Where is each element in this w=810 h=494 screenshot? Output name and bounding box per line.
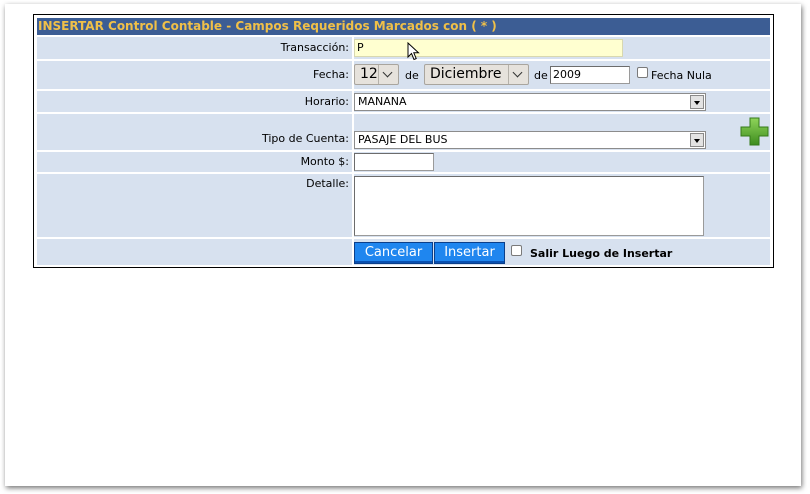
row-monto: Monto $: [37, 152, 770, 172]
chevron-down-icon [378, 65, 398, 84]
insert-form: INSERTAR Control Contable - Campos Reque… [33, 14, 774, 268]
de-label-1: de [405, 69, 419, 82]
monto-label: Monto $: [37, 152, 352, 172]
chevron-down-icon [508, 65, 528, 84]
row-horario: Horario: MANANA [37, 91, 770, 112]
row-fecha: Fecha: 12 de Diciembre de 2009 Fecha Nul… [37, 61, 770, 89]
month-select[interactable]: Diciembre [424, 64, 529, 85]
form-title: INSERTAR Control Contable - Campos Reque… [37, 18, 770, 35]
day-select[interactable]: 12 [354, 64, 399, 85]
salir-label: Salir Luego de Insertar [530, 247, 673, 260]
cancelar-button[interactable]: Cancelar [354, 242, 433, 264]
transaccion-input[interactable]: P [354, 39, 623, 57]
monto-input[interactable] [354, 153, 434, 171]
horario-select[interactable]: MANANA [354, 93, 706, 111]
horario-label: Horario: [37, 91, 352, 112]
detalle-textarea[interactable] [354, 176, 704, 236]
insertar-button[interactable]: Insertar [434, 242, 505, 264]
year-input[interactable]: 2009 [550, 66, 630, 84]
fecha-nula-label: Fecha Nula [651, 69, 712, 82]
tipo-cuenta-select[interactable]: PASAJE DEL BUS [354, 131, 706, 149]
tipo-cuenta-label: Tipo de Cuenta: [37, 114, 352, 150]
row-actions: Cancelar Insertar Salir Luego de Inserta… [37, 239, 770, 265]
row-tipo-cuenta: Tipo de Cuenta: PASAJE DEL BUS [37, 114, 770, 150]
row-detalle: Detalle: [37, 174, 770, 237]
detalle-label: Detalle: [37, 174, 352, 237]
dropdown-arrow-icon [690, 133, 704, 147]
de-label-2: de [534, 69, 548, 82]
fecha-nula-checkbox[interactable] [637, 67, 648, 78]
dropdown-arrow-icon [690, 95, 704, 109]
row-transaccion: Transacción: P [37, 37, 770, 61]
mouse-cursor-icon [407, 42, 420, 61]
salir-checkbox[interactable] [511, 245, 522, 256]
plus-icon[interactable] [740, 117, 769, 146]
transaccion-label: Transacción: [37, 37, 352, 59]
fecha-label: Fecha: [37, 61, 352, 89]
